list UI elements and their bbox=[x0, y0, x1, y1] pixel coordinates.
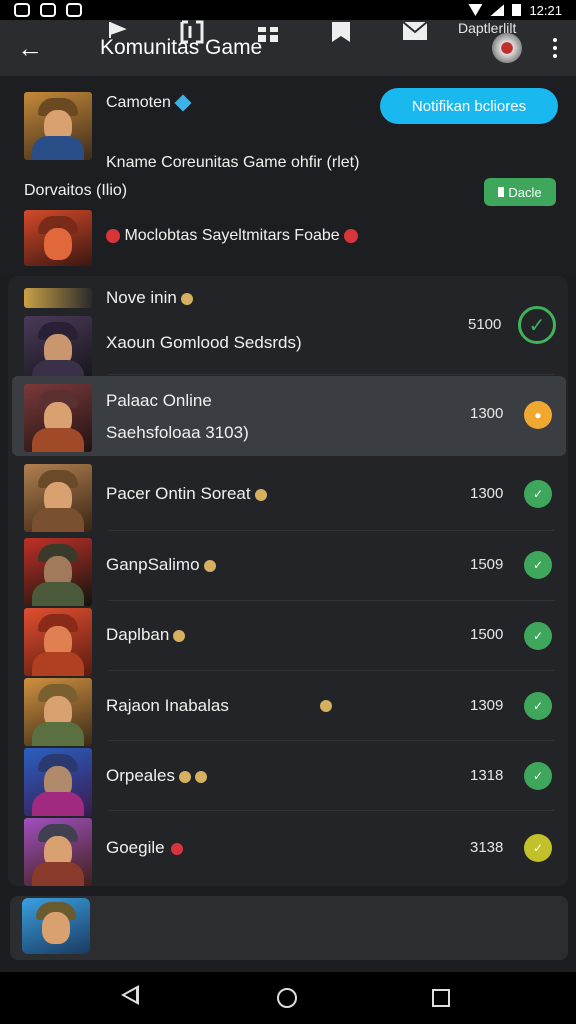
game-thumb[interactable] bbox=[24, 464, 92, 532]
kebab-icon[interactable] bbox=[550, 38, 560, 58]
community-name: Camoten bbox=[106, 94, 192, 112]
notify-button[interactable]: Notifikan bcliores bbox=[380, 88, 558, 124]
header-item-thumb[interactable] bbox=[24, 288, 92, 308]
status-dot-icon bbox=[170, 842, 183, 855]
ok-icon[interactable]: ✓ bbox=[524, 692, 552, 720]
status-dot-icon bbox=[344, 228, 359, 243]
ok-icon[interactable]: ✓ bbox=[524, 762, 552, 790]
member-count: 1509 bbox=[470, 556, 504, 573]
emoji-icon bbox=[254, 488, 267, 501]
game-name: Pacer Ontin Soreat bbox=[106, 484, 267, 504]
game-name-text: GanpSalimo bbox=[106, 555, 200, 574]
game-thumb[interactable] bbox=[24, 818, 92, 886]
game-name-text: Orpeales bbox=[106, 766, 175, 785]
nav-back-icon[interactable] bbox=[121, 985, 139, 1005]
feed-line-text: Moclobtas Sayeltmitars Foabe bbox=[124, 227, 340, 244]
divider bbox=[108, 670, 554, 671]
emoji-icon bbox=[320, 700, 332, 712]
game-name: Goegile bbox=[106, 838, 183, 858]
game-thumb[interactable] bbox=[24, 678, 92, 746]
community-avatar[interactable] bbox=[24, 92, 92, 160]
pending-icon[interactable]: ● bbox=[524, 401, 552, 429]
divider bbox=[108, 740, 554, 741]
notification-icons bbox=[14, 3, 82, 17]
system-nav-bar bbox=[0, 972, 576, 1024]
section-label: Dorvaitos (Ilio) bbox=[24, 182, 128, 199]
game-thumb[interactable] bbox=[24, 316, 92, 384]
wifi-icon bbox=[468, 4, 483, 16]
ok-icon[interactable]: ✓ bbox=[524, 622, 552, 650]
emoji-icon bbox=[173, 629, 186, 642]
member-count: 3138 bbox=[470, 839, 504, 856]
avatar[interactable] bbox=[492, 33, 522, 63]
community-subtitle: Kname Coreunitas Game ohfir (rlet) bbox=[106, 154, 360, 171]
community-name-text: Camoten bbox=[106, 94, 171, 111]
notification-icon bbox=[14, 3, 30, 17]
member-count: 5100 bbox=[468, 316, 502, 333]
battery-icon bbox=[512, 4, 522, 16]
join-button[interactable]: Dacle bbox=[484, 178, 556, 206]
header-item-label: Nove inin bbox=[106, 288, 177, 307]
member-count: 1318 bbox=[470, 767, 504, 784]
game-name: Xaoun Gomlood Sedsrds) bbox=[106, 333, 302, 352]
bookmark-icon[interactable] bbox=[330, 20, 354, 44]
game-name: GanpSalimo bbox=[106, 555, 216, 575]
ok-icon[interactable]: ✓ bbox=[524, 834, 552, 862]
divider bbox=[108, 810, 554, 811]
game-thumb[interactable] bbox=[24, 538, 92, 606]
status-dot-icon bbox=[106, 228, 120, 243]
game-subtitle: Saehsfoloaa 3103) bbox=[106, 423, 249, 442]
page-title: Komunitas Game bbox=[100, 36, 263, 59]
nav-label[interactable]: Daptlerlilt bbox=[458, 20, 516, 36]
join-button-label: Dacle bbox=[508, 184, 542, 200]
flag-icon[interactable] bbox=[108, 20, 132, 44]
game-name-text: Goegile bbox=[106, 838, 165, 857]
game-name: Daplban bbox=[106, 625, 186, 645]
signal-icon bbox=[490, 4, 505, 16]
gift-icon[interactable] bbox=[256, 20, 280, 44]
nav-home-icon[interactable] bbox=[277, 988, 297, 1008]
game-name: Rajaon Inabalas bbox=[106, 696, 229, 715]
member-count: 1309 bbox=[470, 697, 504, 714]
emoji-icon bbox=[180, 292, 193, 305]
emoji-icon bbox=[203, 559, 216, 572]
frame-icon[interactable] bbox=[178, 20, 204, 44]
game-thumb[interactable] bbox=[24, 608, 92, 676]
nav-recents-icon[interactable] bbox=[432, 989, 450, 1007]
notification-icon bbox=[40, 3, 56, 17]
emoji-icon bbox=[194, 770, 207, 783]
header-item: Nove inin bbox=[106, 288, 193, 308]
game-name-text: Pacer Ontin Soreat bbox=[106, 484, 251, 503]
profile-avatar[interactable] bbox=[22, 898, 90, 954]
back-arrow-icon[interactable]: ← bbox=[16, 33, 44, 63]
member-count: 1300 bbox=[470, 485, 504, 502]
notification-icon bbox=[66, 3, 82, 17]
game-thumb[interactable] bbox=[24, 384, 92, 452]
mail-icon[interactable] bbox=[402, 20, 428, 44]
divider bbox=[108, 374, 554, 375]
game-name: Palaac Online bbox=[106, 391, 212, 410]
feed-line: Moclobtas Sayeltmitars Foabe bbox=[106, 227, 359, 245]
clock: 12:21 bbox=[529, 2, 562, 18]
game-list-panel bbox=[8, 276, 568, 886]
divider bbox=[108, 530, 554, 531]
member-count: 1300 bbox=[470, 405, 504, 422]
game-name-text: Daplban bbox=[106, 625, 170, 644]
feed-avatar[interactable] bbox=[24, 210, 92, 266]
emoji-icon bbox=[178, 770, 191, 783]
bottom-nav bbox=[10, 896, 568, 960]
status-bar: 12:21 bbox=[0, 0, 576, 20]
check-icon[interactable]: ✓ bbox=[518, 306, 556, 344]
game-thumb[interactable] bbox=[24, 748, 92, 816]
system-status: 12:21 bbox=[468, 3, 562, 18]
tag-icon bbox=[498, 187, 505, 197]
game-name: Orpeales bbox=[106, 766, 207, 786]
divider bbox=[108, 600, 554, 601]
member-count: 1500 bbox=[470, 626, 504, 643]
ok-icon[interactable]: ✓ bbox=[524, 551, 552, 579]
ok-icon[interactable]: ✓ bbox=[524, 480, 552, 508]
gem-icon bbox=[174, 94, 192, 112]
